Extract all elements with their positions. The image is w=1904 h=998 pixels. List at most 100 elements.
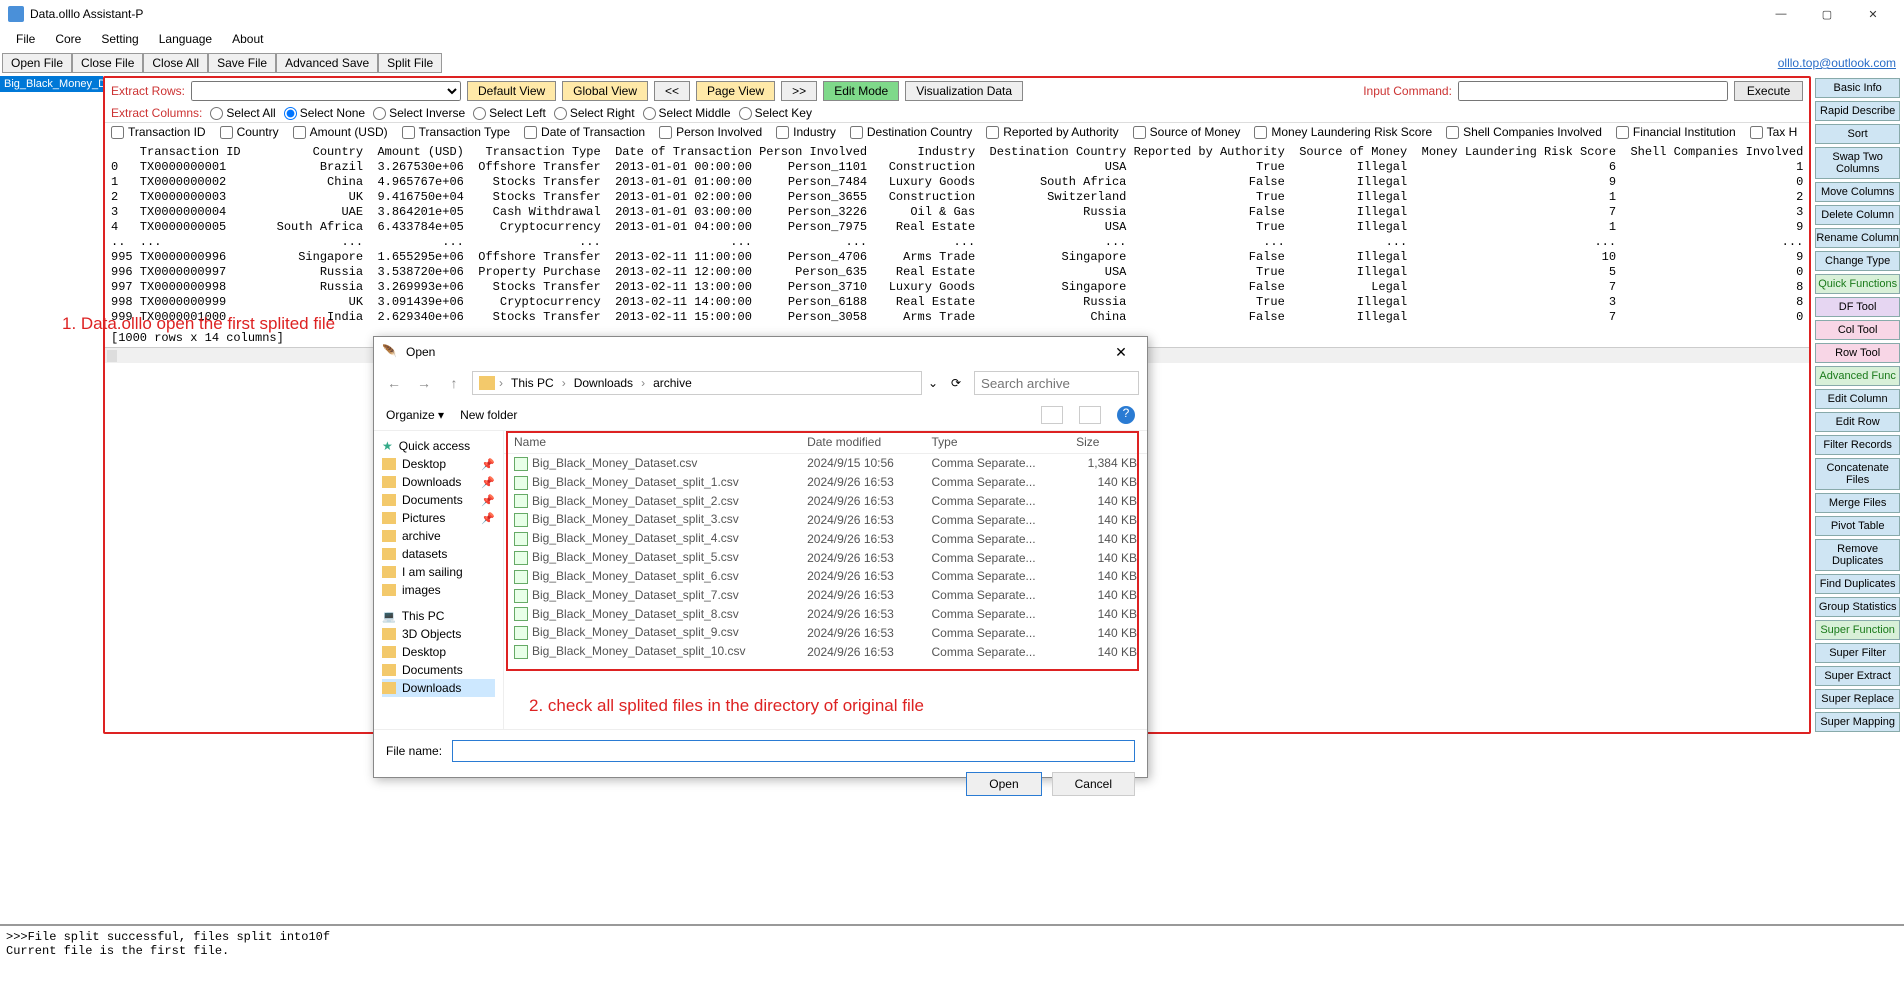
- col-check-person-involved[interactable]: Person Involved: [659, 125, 762, 139]
- folder-tree[interactable]: ★Quick accessDesktop📌Downloads📌Documents…: [374, 431, 504, 729]
- select-opt-select-key[interactable]: Select Key: [739, 106, 812, 120]
- tree-pictures[interactable]: Pictures📌: [382, 509, 495, 527]
- edit-column-button[interactable]: Edit Column: [1815, 389, 1900, 409]
- select-opt-select-right[interactable]: Select Right: [554, 106, 635, 120]
- col-check-country[interactable]: Country: [220, 125, 279, 139]
- menu-about[interactable]: About: [222, 30, 273, 48]
- remove-duplicates-button[interactable]: Remove Duplicates: [1815, 539, 1900, 571]
- col-check-transaction-id[interactable]: Transaction ID: [111, 125, 206, 139]
- super-mapping-button[interactable]: Super Mapping: [1815, 712, 1900, 732]
- col-check-transaction-type[interactable]: Transaction Type: [402, 125, 510, 139]
- menu-language[interactable]: Language: [149, 30, 222, 48]
- file-list[interactable]: NameDate modifiedTypeSizeBig_Black_Money…: [504, 431, 1147, 729]
- global-view-button[interactable]: Global View: [562, 81, 648, 101]
- df-tool-button[interactable]: DF Tool: [1815, 297, 1900, 317]
- pivot-table-button[interactable]: Pivot Table: [1815, 516, 1900, 536]
- tree-datasets[interactable]: datasets: [382, 545, 495, 563]
- file-tab[interactable]: Big_Black_Money_Data: [0, 76, 103, 92]
- super-extract-button[interactable]: Super Extract: [1815, 666, 1900, 686]
- breadcrumb-archive[interactable]: archive: [649, 376, 696, 390]
- rapid-describe-button[interactable]: Rapid Describe: [1815, 101, 1900, 121]
- menu-setting[interactable]: Setting: [91, 30, 148, 48]
- tree-this-pc[interactable]: 💻This PC: [382, 607, 495, 625]
- col-check-industry[interactable]: Industry: [776, 125, 836, 139]
- select-opt-select-all[interactable]: Select All: [210, 106, 275, 120]
- organize-menu[interactable]: Organize ▾: [386, 408, 444, 422]
- tree-downloads[interactable]: Downloads📌: [382, 473, 495, 491]
- col-check-money-laundering-risk-score[interactable]: Money Laundering Risk Score: [1254, 125, 1432, 139]
- back-button[interactable]: ←: [382, 375, 406, 391]
- edit-mode-button[interactable]: Edit Mode: [823, 81, 899, 101]
- breadcrumb-downloads[interactable]: Downloads: [570, 376, 637, 390]
- col-check-shell-companies-involved[interactable]: Shell Companies Involved: [1446, 125, 1602, 139]
- prev-page-button[interactable]: <<: [654, 81, 690, 101]
- view-mode-button[interactable]: [1041, 406, 1063, 424]
- col-check-financial-institution[interactable]: Financial Institution: [1616, 125, 1736, 139]
- data-grid[interactable]: Transaction ID Country Amount (USD) Tran…: [105, 141, 1809, 329]
- col-check-tax-h[interactable]: Tax H: [1750, 125, 1798, 139]
- breadcrumb-this-pc[interactable]: This PC: [507, 376, 558, 390]
- menu-core[interactable]: Core: [45, 30, 91, 48]
- default-view-button[interactable]: Default View: [467, 81, 556, 101]
- super-filter-button[interactable]: Super Filter: [1815, 643, 1900, 663]
- command-input[interactable]: [1458, 81, 1728, 101]
- sort-button[interactable]: Sort: [1815, 124, 1900, 144]
- close-file-button[interactable]: Close File: [72, 53, 143, 73]
- tree-documents[interactable]: Documents📌: [382, 491, 495, 509]
- menu-file[interactable]: File: [6, 30, 45, 48]
- select-opt-select-middle[interactable]: Select Middle: [643, 106, 731, 120]
- new-folder-button[interactable]: New folder: [460, 408, 517, 422]
- delete-column-button[interactable]: Delete Column: [1815, 205, 1900, 225]
- select-opt-select-none[interactable]: Select None: [284, 106, 365, 120]
- filter-records-button[interactable]: Filter Records: [1815, 435, 1900, 455]
- extract-rows-select[interactable]: [191, 81, 461, 101]
- super-function-button[interactable]: Super Function: [1815, 620, 1900, 640]
- tree-downloads[interactable]: Downloads: [382, 679, 495, 697]
- move-columns-button[interactable]: Move Columns: [1815, 182, 1900, 202]
- address-bar[interactable]: › This PC›Downloads›archive: [472, 371, 922, 395]
- col-check-amount-usd-[interactable]: Amount (USD): [293, 125, 388, 139]
- preview-pane-button[interactable]: [1079, 406, 1101, 424]
- forward-button[interactable]: →: [412, 375, 436, 391]
- close-all-button[interactable]: Close All: [143, 53, 208, 73]
- close-button[interactable]: ✕: [1850, 0, 1896, 28]
- vis-data-button[interactable]: Visualization Data: [905, 81, 1023, 101]
- concatenate-files-button[interactable]: Concatenate Files: [1815, 458, 1900, 490]
- col-tool-button[interactable]: Col Tool: [1815, 320, 1900, 340]
- tree-archive[interactable]: archive: [382, 527, 495, 545]
- tree-desktop[interactable]: Desktop: [382, 643, 495, 661]
- rename-column-button[interactable]: Rename Column: [1815, 228, 1900, 248]
- merge-files-button[interactable]: Merge Files: [1815, 493, 1900, 513]
- find-duplicates-button[interactable]: Find Duplicates: [1815, 574, 1900, 594]
- page-view-button[interactable]: Page View: [696, 81, 775, 101]
- split-file-button[interactable]: Split File: [378, 53, 442, 73]
- col-check-source-of-money[interactable]: Source of Money: [1133, 125, 1241, 139]
- tree-quick-access[interactable]: ★Quick access: [382, 437, 495, 455]
- tree-desktop[interactable]: Desktop📌: [382, 455, 495, 473]
- advanced-func-button[interactable]: Advanced Func: [1815, 366, 1900, 386]
- filename-input[interactable]: [452, 740, 1135, 762]
- tree-3d-objects[interactable]: 3D Objects: [382, 625, 495, 643]
- basic-info-button[interactable]: Basic Info: [1815, 78, 1900, 98]
- tree-documents[interactable]: Documents: [382, 661, 495, 679]
- select-opt-select-inverse[interactable]: Select Inverse: [373, 106, 465, 120]
- up-button[interactable]: ↑: [442, 375, 466, 391]
- next-page-button[interactable]: >>: [781, 81, 817, 101]
- tree-i-am-sailing[interactable]: I am sailing: [382, 563, 495, 581]
- refresh-button[interactable]: ⟳: [944, 376, 968, 390]
- col-check-date-of-transaction[interactable]: Date of Transaction: [524, 125, 645, 139]
- row-tool-button[interactable]: Row Tool: [1815, 343, 1900, 363]
- dialog-open-button[interactable]: Open: [966, 772, 1041, 796]
- super-replace-button[interactable]: Super Replace: [1815, 689, 1900, 709]
- group-statistics-button[interactable]: Group Statistics: [1815, 597, 1900, 617]
- address-dropdown[interactable]: ⌄: [928, 376, 938, 390]
- help-button[interactable]: ?: [1117, 406, 1135, 424]
- minimize-button[interactable]: —: [1758, 0, 1804, 28]
- swap-two-columns-button[interactable]: Swap Two Columns: [1815, 147, 1900, 179]
- col-check-reported-by-authority[interactable]: Reported by Authority: [986, 125, 1118, 139]
- select-opt-select-left[interactable]: Select Left: [473, 106, 546, 120]
- quick-functions-button[interactable]: Quick Functions: [1815, 274, 1900, 294]
- change-type-button[interactable]: Change Type: [1815, 251, 1900, 271]
- email-link[interactable]: olllo.top@outlook.com: [1778, 56, 1896, 70]
- advanced-save-button[interactable]: Advanced Save: [276, 53, 378, 73]
